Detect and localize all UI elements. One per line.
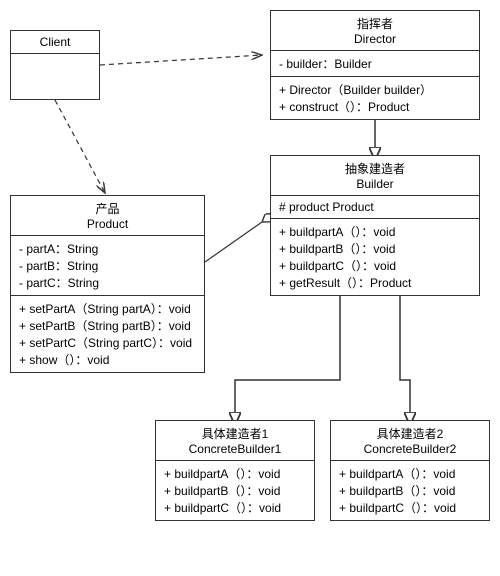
product-methods: + setPartA（String partA）：void + setPartB… <box>11 296 204 372</box>
client-director-arrow <box>100 55 262 65</box>
concrete2-name-en: ConcreteBuilder2 <box>339 442 481 456</box>
director-header: 指挥者 Director <box>271 11 479 51</box>
product-method-4: + show（）：void <box>19 351 196 368</box>
concrete1-method-3: + buildpartC（）：void <box>164 499 306 516</box>
product-field-2: - partB：String <box>19 257 196 274</box>
builder-box: 抽象建造者 Builder # product Product + buildp… <box>270 155 480 296</box>
concrete2-methods: + buildpartA（）：void + buildpartB（）：void … <box>331 461 489 520</box>
product-field-1: - partA：String <box>19 240 196 257</box>
product-field-3: - partC：String <box>19 274 196 291</box>
concrete2-method-3: + buildpartC（）：void <box>339 499 481 516</box>
client-header: Client <box>11 31 99 54</box>
product-method-3: + setPartC（String partC）：void <box>19 334 196 351</box>
builder-concrete1-arrow <box>235 285 340 412</box>
director-field-1: - builder：Builder <box>279 55 471 72</box>
builder-concrete2-arrow <box>400 285 410 412</box>
builder-fields: # product Product <box>271 196 479 219</box>
director-method-1: + Director（Builder builder） <box>279 81 471 98</box>
concrete2-name-cn: 具体建造者2 <box>339 425 481 442</box>
builder-methods: + buildpartA（）：void + buildpartB（）：void … <box>271 219 479 295</box>
director-fields: - builder：Builder <box>271 51 479 77</box>
product-method-1: + setPartA（String partA）：void <box>19 300 196 317</box>
concrete1-method-1: + buildpartA（）：void <box>164 465 306 482</box>
client-product-arrow <box>55 100 105 193</box>
builder-method-4: + getResult（）：Product <box>279 274 471 291</box>
concrete1-method-2: + buildpartB（）：void <box>164 482 306 499</box>
client-box: Client <box>10 30 100 100</box>
concrete2-box: 具体建造者2 ConcreteBuilder2 + buildpartA（）：v… <box>330 420 490 521</box>
uml-diagram: Client 指挥者 Director - builder：Builder + … <box>0 0 500 576</box>
director-methods: + Director（Builder builder） + construct（… <box>271 77 479 119</box>
director-box: 指挥者 Director - builder：Builder + Directo… <box>270 10 480 120</box>
client-body <box>11 54 99 98</box>
concrete1-name-cn: 具体建造者1 <box>164 425 306 442</box>
concrete2-header: 具体建造者2 ConcreteBuilder2 <box>331 421 489 461</box>
director-name-en: Director <box>279 32 471 46</box>
product-builder-line <box>205 222 262 262</box>
builder-field-1: # product Product <box>279 200 471 214</box>
product-box: 产品 Product - partA：String - partB：String… <box>10 195 205 373</box>
concrete1-methods: + buildpartA（）：void + buildpartB（）：void … <box>156 461 314 520</box>
builder-name-cn: 抽象建造者 <box>279 160 471 177</box>
builder-method-3: + buildpartC（）：void <box>279 257 471 274</box>
concrete2-method-2: + buildpartB（）：void <box>339 482 481 499</box>
concrete1-name-en: ConcreteBuilder1 <box>164 442 306 456</box>
builder-method-2: + buildpartB（）：void <box>279 240 471 257</box>
product-method-2: + setPartB（String partB）：void <box>19 317 196 334</box>
director-name-cn: 指挥者 <box>279 15 471 32</box>
director-method-2: + construct（）：Product <box>279 98 471 115</box>
product-fields: - partA：String - partB：String - partC：St… <box>11 236 204 296</box>
concrete2-method-1: + buildpartA（）：void <box>339 465 481 482</box>
product-name-en: Product <box>19 217 196 231</box>
concrete1-header: 具体建造者1 ConcreteBuilder1 <box>156 421 314 461</box>
builder-method-1: + buildpartA（）：void <box>279 223 471 240</box>
client-name: Client <box>40 35 71 49</box>
product-header: 产品 Product <box>11 196 204 236</box>
concrete1-box: 具体建造者1 ConcreteBuilder1 + buildpartA（）：v… <box>155 420 315 521</box>
product-name-cn: 产品 <box>19 200 196 217</box>
builder-name-en: Builder <box>279 177 471 191</box>
builder-header: 抽象建造者 Builder <box>271 156 479 196</box>
